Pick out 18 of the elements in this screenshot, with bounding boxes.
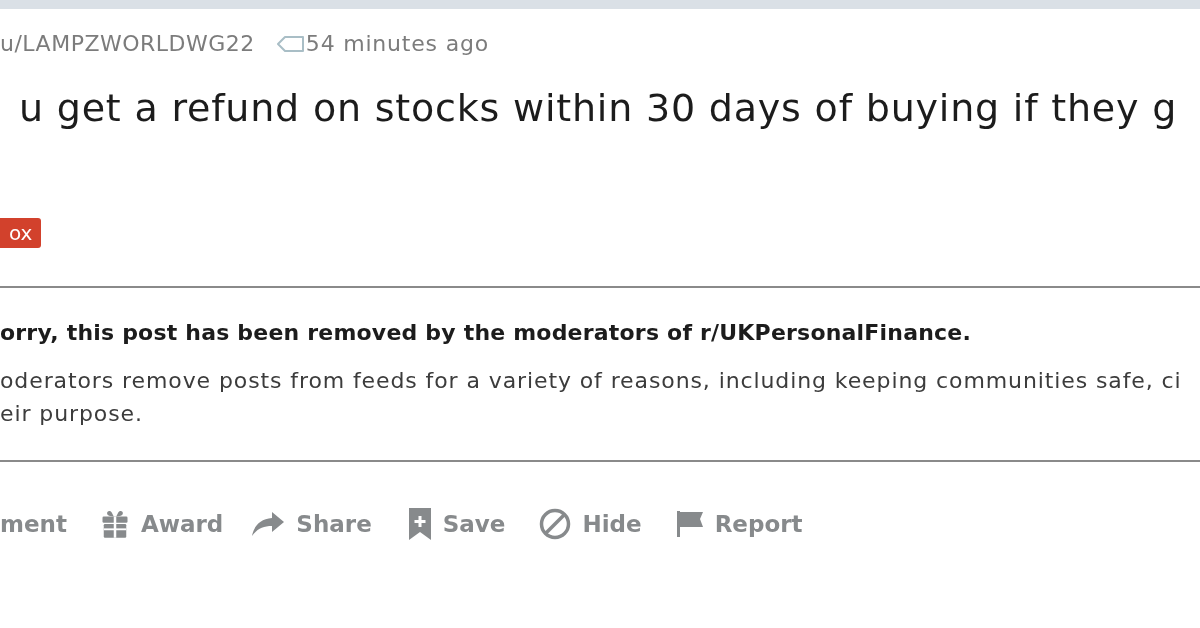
share-arrow-icon — [251, 511, 286, 537]
action-button[interactable]: Hide — [539, 506, 642, 542]
action-button[interactable]: Share — [251, 506, 372, 542]
flag-icon — [675, 510, 704, 538]
removal-heading: orry, this post has been removed by the moderators of r/UKPersonalFinance. — [0, 319, 972, 347]
author-link[interactable]: u/LAMPZWORLDWG22 — [0, 30, 255, 58]
prohibited-icon — [539, 508, 572, 540]
post-title: u get a refund on stocks within 30 days of buying if they g — [18, 85, 1179, 132]
post-time: 54 minutes ago — [305, 30, 489, 58]
removal-explanation: eir purpose. — [0, 400, 143, 428]
bookmark-icon — [407, 507, 432, 541]
action-button[interactable]: Report — [675, 506, 803, 542]
action-button[interactable]: Save — [407, 506, 506, 542]
action-button[interactable]: Award — [99, 506, 224, 542]
flair-tag: ox — [0, 218, 42, 248]
action-button[interactable]: ment — [0, 506, 67, 542]
tag-icon — [276, 36, 304, 52]
removal-explanation: oderators remove posts from feeds for a variety of reasons, including keeping communities safe, ci — [0, 367, 1182, 395]
